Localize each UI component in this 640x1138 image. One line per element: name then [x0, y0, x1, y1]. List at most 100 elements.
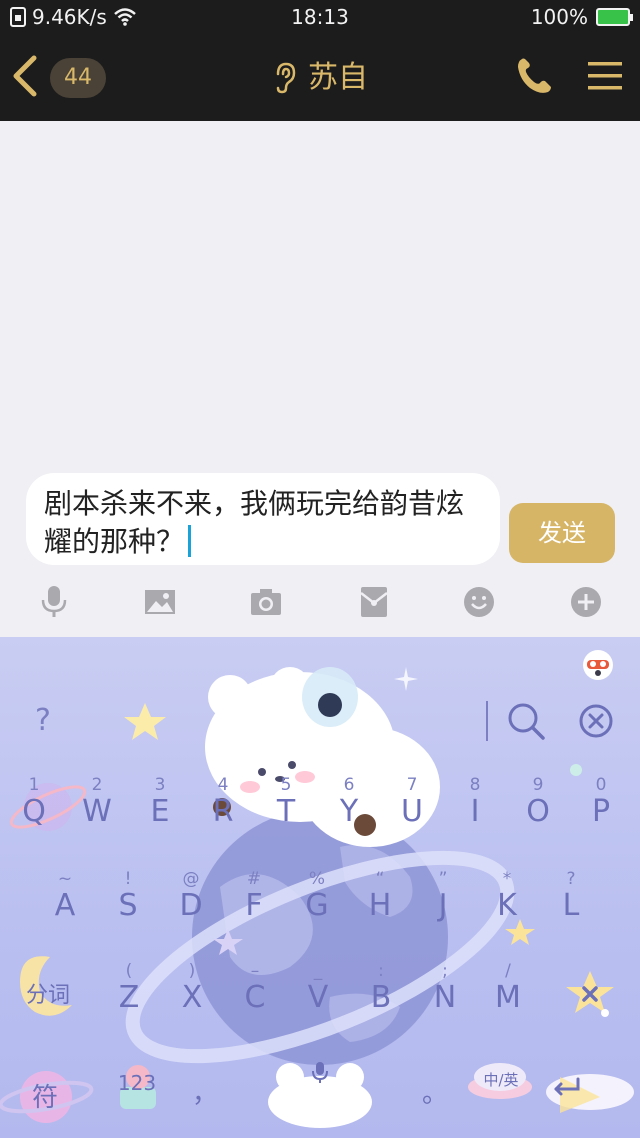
key-hint: ) — [188, 961, 196, 981]
key-hint: 4 — [217, 775, 229, 795]
key-letter: M — [495, 980, 521, 1015]
key-letter: J — [438, 888, 448, 923]
toolbar-divider — [486, 701, 488, 741]
symbols-key[interactable]: 符 — [20, 1077, 70, 1114]
key-letter: N — [433, 980, 457, 1015]
camera-icon[interactable] — [250, 585, 282, 619]
key-letter: I — [470, 794, 480, 829]
key-letter: U — [401, 794, 423, 829]
chat-header: 44 苏自 — [0, 34, 640, 121]
key-hint: _ — [313, 961, 323, 981]
key-letter: Q — [22, 794, 46, 829]
enter-key-icon[interactable] — [548, 1075, 584, 1099]
status-bar: 9.46K/s 18:13 100% — [0, 0, 640, 34]
keyboard-search-icon[interactable] — [506, 701, 546, 741]
period-key[interactable]: 。 — [420, 1073, 450, 1110]
key-l[interactable]: ? L — [546, 869, 596, 923]
emoji-icon[interactable] — [463, 585, 495, 619]
key-p[interactable]: 0P — [576, 775, 626, 829]
key-hint: ; — [442, 961, 448, 981]
key-letter: W — [82, 794, 112, 829]
key-letter: S — [118, 888, 138, 923]
key-letter: B — [370, 980, 392, 1015]
language-switch-key[interactable]: 中/英 — [476, 1069, 526, 1090]
microphone-icon[interactable] — [38, 585, 70, 619]
battery-icon — [596, 8, 633, 26]
key-x[interactable]: ) X — [167, 961, 217, 1015]
ime-keyboard: ? 1Q 2W 3E 4R 5T 6Y 7U 8I 9O 0P ~ A ! S @ D… — [0, 637, 640, 1138]
key-hint: 0 — [595, 775, 607, 795]
key-f[interactable]: # F — [229, 869, 279, 923]
text-caret — [188, 525, 192, 557]
key-k[interactable]: * K — [482, 869, 532, 923]
key-letter: Z — [118, 980, 140, 1015]
key-letter: E — [150, 794, 170, 829]
message-input[interactable]: 剧本杀来不来，我俩玩完给韵昔炫耀的那种？ — [26, 473, 500, 565]
backspace-icon[interactable] — [570, 975, 610, 1015]
key-h[interactable]: “H — [355, 869, 405, 923]
key-letter: F — [245, 888, 263, 923]
key-hint: : — [378, 961, 384, 981]
key-m[interactable]: / M — [483, 961, 533, 1015]
send-button[interactable]: 发送 — [509, 503, 615, 563]
key-hint: / — [505, 961, 511, 981]
plus-icon[interactable] — [570, 585, 602, 619]
key-hint: ” — [438, 869, 448, 889]
key-j[interactable]: ” J — [418, 869, 468, 923]
key-hint: 1 — [28, 775, 40, 795]
mascot-icon[interactable] — [580, 645, 616, 681]
key-hint: ! — [124, 869, 132, 889]
key-d[interactable]: @ D — [166, 869, 216, 923]
key-hint: 9 — [532, 775, 544, 795]
key-c[interactable]: – C — [230, 961, 280, 1015]
key-w[interactable]: 2W — [72, 775, 122, 829]
key-v[interactable]: _ V — [293, 961, 343, 1015]
key-letter: K — [497, 888, 517, 923]
key-t[interactable]: 5T — [261, 775, 311, 829]
key-b[interactable]: :B — [356, 961, 406, 1015]
segment-key[interactable]: 分词 — [18, 977, 78, 1009]
key-a[interactable]: ~ A — [40, 869, 90, 923]
key-o[interactable]: 9O — [513, 775, 563, 829]
key-q[interactable]: 1Q — [9, 775, 59, 829]
key-hint: @ — [182, 869, 200, 889]
comma-key[interactable]: ， — [190, 1073, 220, 1110]
key-hint: # — [246, 869, 262, 889]
key-letter: C — [244, 980, 266, 1015]
menu-icon[interactable] — [588, 60, 622, 92]
key-letter: O — [526, 794, 550, 829]
contact-name: 苏自 — [308, 60, 368, 95]
key-n[interactable]: ; N — [420, 961, 470, 1015]
image-icon[interactable] — [144, 585, 176, 619]
message-list[interactable] — [0, 121, 640, 471]
key-y[interactable]: 6Y — [324, 775, 374, 829]
key-i[interactable]: 8I — [450, 775, 500, 829]
chat-screen: 9.46K/s 18:13 100% 44 苏自 剧本杀来不来，我俩玩完给韵昔炫… — [0, 0, 640, 1138]
message-input-text: 剧本杀来不来，我俩玩完给韵昔炫耀的那种？ — [44, 487, 465, 558]
key-g[interactable]: % G — [292, 869, 342, 923]
key-hint: 6 — [343, 775, 355, 795]
close-keyboard-icon[interactable] — [578, 703, 614, 739]
phone-call-icon[interactable] — [514, 56, 554, 96]
key-u[interactable]: 7U — [387, 775, 437, 829]
key-hint: 7 — [406, 775, 418, 795]
key-s[interactable]: ! S — [103, 869, 153, 923]
battery-percent: 100% — [530, 5, 588, 29]
key-r[interactable]: 4R — [198, 775, 248, 829]
key-letter: T — [276, 794, 296, 829]
keyboard-help-icon[interactable]: ? — [28, 703, 58, 738]
key-z[interactable]: (Z — [104, 961, 154, 1015]
key-letter: P — [591, 794, 611, 829]
key-hint: ? — [566, 869, 576, 889]
status-right: 100% — [530, 5, 633, 29]
key-hint: % — [308, 869, 326, 889]
key-e[interactable]: 3E — [135, 775, 185, 829]
key-letter: D — [179, 888, 203, 923]
red-packet-icon[interactable] — [358, 585, 390, 619]
key-hint: ( — [125, 961, 133, 981]
key-hint: – — [250, 961, 260, 981]
space-mic-icon[interactable] — [310, 1061, 330, 1085]
numbers-key[interactable]: 123 — [112, 1071, 162, 1095]
composer-toolbar — [0, 571, 640, 637]
key-hint: 2 — [91, 775, 103, 795]
